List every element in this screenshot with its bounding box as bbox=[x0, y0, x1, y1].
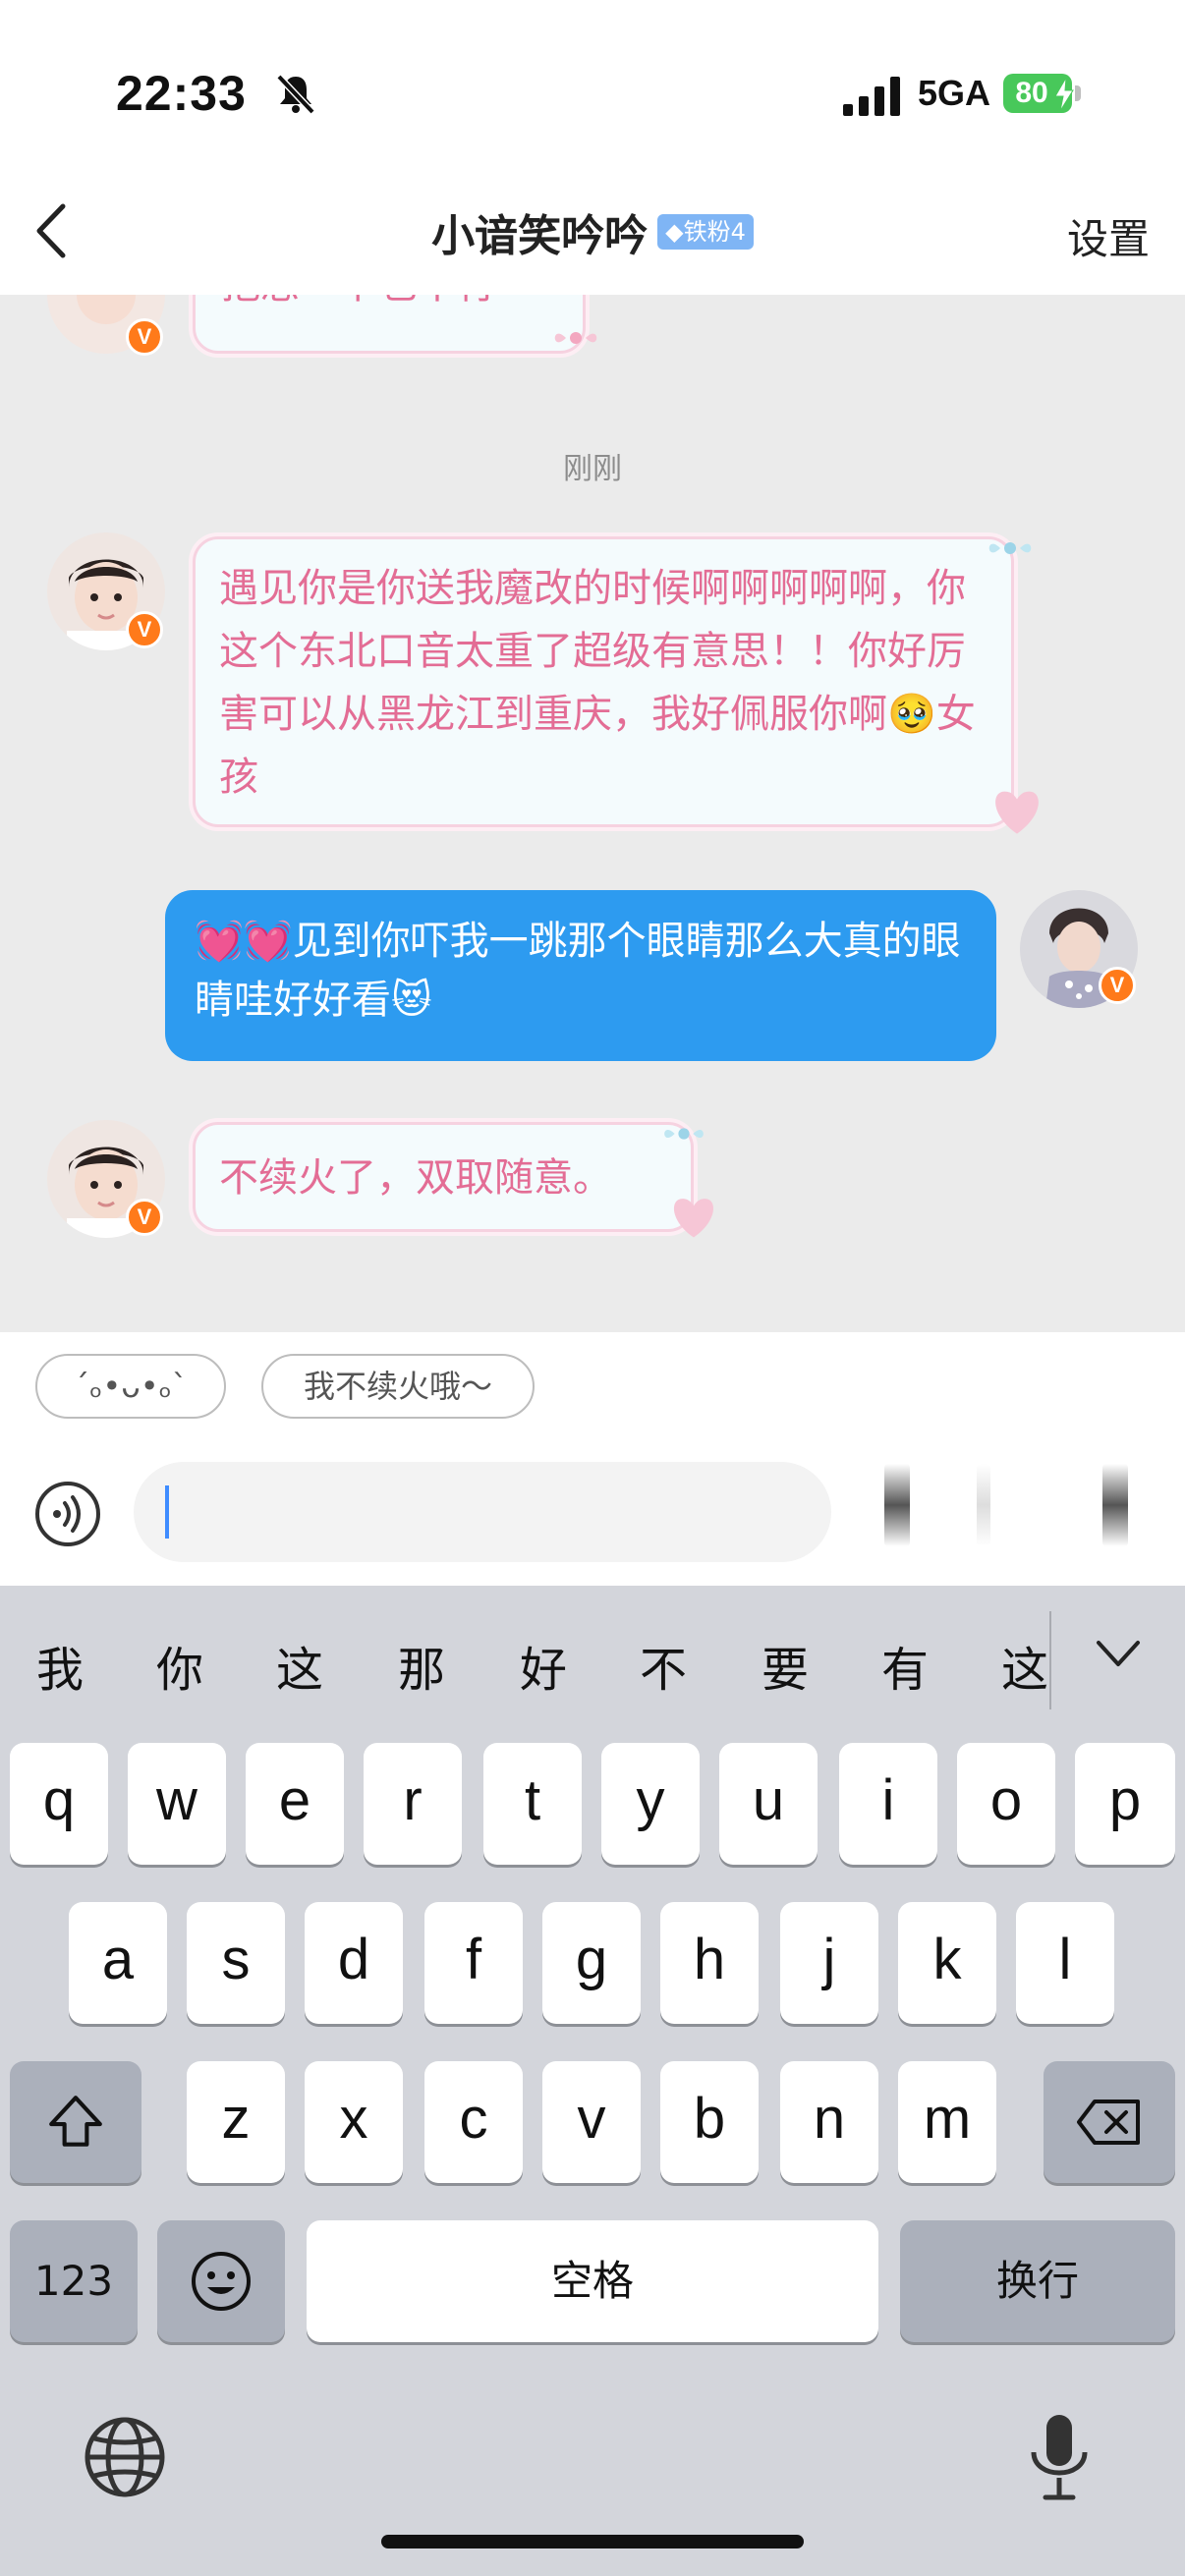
settings-button[interactable]: 设置 bbox=[1067, 206, 1150, 266]
message-bubble[interactable]: 抱怨一下也不行 bbox=[193, 295, 586, 354]
bell-slash-icon bbox=[276, 74, 315, 115]
message-text: 💓💓见到你吓我一跳那个眼睛那么大真的眼睛哇好好看😻 bbox=[195, 919, 961, 1023]
key-z[interactable]: z bbox=[187, 2061, 285, 2183]
verified-badge: V bbox=[126, 1199, 163, 1236]
message-input[interactable] bbox=[134, 1462, 831, 1562]
message-bubble[interactable]: 遇见你是你送我魔改的时候啊啊啊啊啊，你这个东北口音太重了超级有意思！！你好厉害可… bbox=[193, 536, 1014, 827]
key-n[interactable]: n bbox=[780, 2061, 878, 2183]
key-u[interactable]: u bbox=[719, 1743, 818, 1865]
key-g[interactable]: g bbox=[542, 1902, 641, 2024]
more-button[interactable] bbox=[1102, 1464, 1128, 1546]
candidate-word[interactable]: 有 bbox=[871, 1631, 939, 1700]
chevron-down-icon[interactable] bbox=[1093, 1635, 1144, 1674]
candidate-word[interactable]: 那 bbox=[387, 1631, 456, 1700]
message-bubble-outgoing[interactable]: 💓💓见到你吓我一跳那个眼睛那么大真的眼睛哇好好看😻 bbox=[165, 890, 996, 1061]
key-r[interactable]: r bbox=[364, 1743, 462, 1865]
message-text: 抱怨一下也不行 bbox=[221, 295, 496, 308]
quick-reply-chip[interactable]: 我不续火哦～ bbox=[261, 1354, 535, 1419]
key-i[interactable]: i bbox=[839, 1743, 937, 1865]
text-caret bbox=[165, 1485, 169, 1539]
heart-sticker-icon bbox=[673, 1199, 714, 1238]
key-p[interactable]: p bbox=[1075, 1743, 1175, 1865]
microphone-icon[interactable] bbox=[1020, 2409, 1099, 2507]
verified-badge: V bbox=[126, 318, 163, 356]
battery-level: 80 bbox=[1015, 77, 1048, 109]
home-indicator[interactable] bbox=[381, 2535, 804, 2548]
shift-key[interactable] bbox=[10, 2061, 141, 2183]
candidate-word[interactable]: 这 bbox=[265, 1631, 334, 1700]
key-l[interactable]: l bbox=[1016, 1902, 1114, 2024]
backspace-icon bbox=[1077, 2100, 1140, 2145]
network-type: 5GA bbox=[918, 73, 991, 113]
bow-sticker-icon bbox=[664, 1128, 704, 1140]
candidate-word[interactable]: 要 bbox=[751, 1631, 819, 1700]
bow-sticker-icon bbox=[988, 542, 1032, 554]
heart-sticker-icon bbox=[995, 791, 1039, 834]
page-title: 小谙笑吟吟 bbox=[431, 211, 649, 261]
key-e[interactable]: e bbox=[246, 1743, 344, 1865]
key-v[interactable]: v bbox=[542, 2061, 641, 2183]
chat-area[interactable]: V 抱怨一下也不行 刚刚 V 遇见你是你送我魔改的时候啊啊啊啊啊，你这个东北口音… bbox=[0, 295, 1185, 1332]
quick-reply-chip[interactable]: ˊₒ•ᴗ•ₒˋ bbox=[35, 1354, 226, 1419]
signal-bars-icon bbox=[843, 77, 900, 116]
delete-key[interactable] bbox=[1044, 2061, 1175, 2183]
globe-icon[interactable] bbox=[81, 2413, 169, 2501]
candidate-divider bbox=[1049, 1611, 1051, 1709]
charging-bolt-icon bbox=[1054, 78, 1074, 111]
smiley-icon bbox=[192, 2252, 251, 2311]
message-timestamp: 刚刚 bbox=[563, 452, 622, 486]
return-key[interactable]: 换行 bbox=[900, 2220, 1175, 2342]
sticker-button[interactable] bbox=[977, 1464, 990, 1546]
key-x[interactable]: x bbox=[305, 2061, 403, 2183]
key-y[interactable]: y bbox=[601, 1743, 700, 1865]
voice-wave-icon[interactable] bbox=[33, 1480, 102, 1548]
verified-badge: V bbox=[126, 611, 163, 648]
key-t[interactable]: t bbox=[483, 1743, 582, 1865]
message-text: 遇见你是你送我魔改的时候啊啊啊啊啊，你这个东北口音太重了超级有意思！！你好厉害可… bbox=[219, 566, 976, 800]
key-f[interactable]: f bbox=[424, 1902, 523, 2024]
verified-badge: V bbox=[1099, 967, 1136, 1004]
message-text: 不续火了，双取随意。 bbox=[219, 1155, 612, 1201]
battery-cap bbox=[1075, 85, 1081, 101]
message-bubble[interactable]: 不续火了，双取随意。 bbox=[193, 1122, 694, 1232]
status-time: 22:33 bbox=[116, 66, 247, 121]
candidate-word[interactable]: 你 bbox=[145, 1631, 214, 1700]
bow-sticker-icon bbox=[554, 332, 597, 344]
shift-arrow-icon bbox=[49, 2096, 102, 2147]
key-m[interactable]: m bbox=[898, 2061, 996, 2183]
key-b[interactable]: b bbox=[660, 2061, 759, 2183]
candidate-word[interactable]: 不 bbox=[629, 1631, 698, 1700]
numbers-key[interactable]: 123 bbox=[10, 2220, 138, 2342]
key-j[interactable]: j bbox=[780, 1902, 878, 2024]
key-c[interactable]: c bbox=[424, 2061, 523, 2183]
nav-title-area: 小谙笑吟吟 ◆铁粉4 bbox=[0, 200, 1185, 263]
candidate-word[interactable]: 我 bbox=[26, 1631, 94, 1700]
key-k[interactable]: k bbox=[898, 1902, 996, 2024]
emoji-sticker-button[interactable] bbox=[884, 1464, 910, 1546]
fan-level-badge: ◆铁粉4 bbox=[657, 214, 754, 250]
key-a[interactable]: a bbox=[69, 1902, 167, 2024]
space-key[interactable]: 空格 bbox=[307, 2220, 878, 2342]
key-d[interactable]: d bbox=[305, 1902, 403, 2024]
key-w[interactable]: w bbox=[128, 1743, 226, 1865]
key-q[interactable]: q bbox=[10, 1743, 108, 1865]
emoji-key[interactable] bbox=[157, 2220, 285, 2342]
key-o[interactable]: o bbox=[957, 1743, 1055, 1865]
key-s[interactable]: s bbox=[187, 1902, 285, 2024]
candidate-word[interactable]: 好 bbox=[509, 1631, 578, 1700]
key-h[interactable]: h bbox=[660, 1902, 759, 2024]
